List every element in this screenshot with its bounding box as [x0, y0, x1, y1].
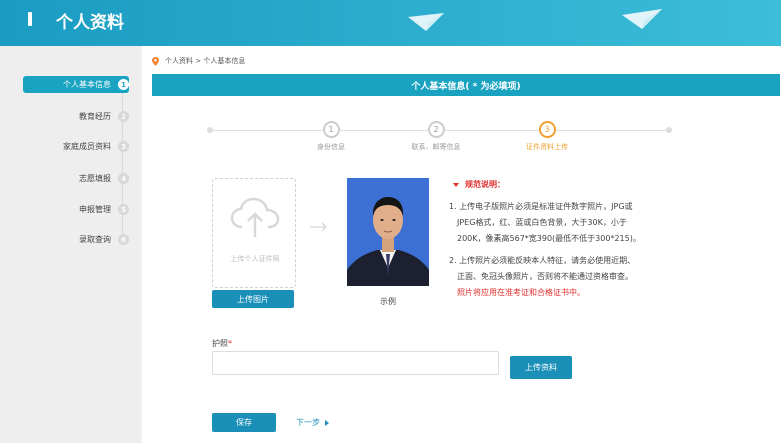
steps-start-dot	[207, 127, 213, 133]
sidebar-item-number: 6	[118, 234, 129, 245]
upload-image-button[interactable]: 上传图片	[212, 290, 294, 308]
sample-person-image	[347, 178, 429, 286]
sidebar: 个人基本信息 1 教育经历 2 家庭成员资料 3 志愿填报 4 申报管理 5 录…	[0, 46, 140, 443]
location-pin-icon	[152, 56, 159, 66]
paper-plane-icon	[622, 9, 662, 29]
passport-label: 护照*	[212, 338, 232, 349]
rules-title-text: 规范说明：	[465, 180, 505, 189]
sidebar-item-number: 5	[118, 204, 129, 215]
steps-end-dot	[666, 127, 672, 133]
sidebar-item-label: 申报管理	[79, 205, 111, 214]
sidebar-item-label: 教育经历	[79, 112, 111, 121]
rule-line: 200K，像素高567*宽390(最低不低于300*215)。	[457, 234, 641, 243]
upload-placeholder: 上传个人证件照	[230, 255, 280, 263]
rule-note: 照片将应用在准考证和合格证书中。	[457, 288, 585, 297]
progress-steps: 1 身份信息 2 联系、邮寄信息 3 证件资料上传	[207, 121, 672, 166]
sidebar-item-basic-info[interactable]: 个人基本信息 1	[23, 76, 129, 93]
rule-item-1: 1. 上传电子版照片必须是标准证件数字照片，JPG或 JPEG格式，红、蓝或白色…	[449, 199, 679, 247]
sidebar-item-number: 3	[118, 141, 129, 152]
sidebar-item-number: 2	[118, 111, 129, 122]
header-accent-bar	[28, 12, 32, 26]
breadcrumb: 个人资料 > 个人基本信息	[152, 56, 245, 66]
sidebar-item-application[interactable]: 志愿填报 4	[23, 170, 129, 187]
section-banner: 个人基本信息( * 为必填项)	[152, 74, 780, 96]
sidebar-item-admission[interactable]: 录取查询 6	[23, 231, 129, 248]
rules-title: 规范说明：	[453, 179, 769, 190]
breadcrumb-text: 个人资料 > 个人基本信息	[165, 57, 246, 65]
cloud-upload-icon	[230, 197, 280, 237]
rule-line: 2. 上传照片必须能反映本人特征，请务必使用近期、	[449, 256, 636, 265]
sample-photo	[347, 178, 429, 286]
step-label: 联系、邮寄信息	[411, 143, 461, 151]
passport-label-text: 护照	[212, 339, 228, 348]
step-number: 2	[427, 121, 445, 138]
step-number: 3	[538, 121, 556, 138]
upload-document-button[interactable]: 上传资料	[510, 356, 572, 379]
rule-line: JPEG格式，红、蓝或白色背景，大于30K，小于	[457, 218, 627, 227]
step-documents: 3 证件资料上传	[507, 121, 587, 152]
rule-line: 1. 上传电子版照片必须是标准证件数字照片，JPG或	[449, 202, 633, 211]
triangle-down-icon	[453, 182, 459, 187]
page-header: 个人资料	[0, 0, 781, 46]
sidebar-item-education[interactable]: 教育经历 2	[23, 108, 129, 125]
sidebar-item-label: 家庭成员资料	[63, 142, 111, 151]
step-label: 证件资料上传	[526, 143, 568, 151]
step-number: 1	[322, 121, 340, 138]
rules-section: 规范说明： 1. 上传电子版照片必须是标准证件数字照片，JPG或 JPEG格式，…	[449, 179, 769, 297]
next-step-link[interactable]: 下一步	[296, 417, 329, 428]
sample-label: 示例	[380, 297, 396, 306]
step-contact: 2 联系、邮寄信息	[396, 121, 476, 152]
caret-right-icon	[325, 419, 329, 426]
main-content: 个人资料 > 个人基本信息 个人基本信息( * 为必填项) 1 身份信息 2 联…	[142, 46, 781, 443]
arrow-right-icon	[310, 222, 327, 232]
next-step-label: 下一步	[296, 418, 320, 427]
step-label: 身份信息	[317, 143, 345, 151]
page-title: 个人资料	[56, 13, 124, 33]
paper-plane-icon	[408, 13, 444, 31]
sidebar-item-label: 志愿填报	[79, 174, 111, 183]
passport-input[interactable]	[212, 351, 499, 375]
required-star: *	[228, 339, 232, 348]
sidebar-item-number: 1	[118, 79, 129, 90]
sidebar-item-label: 个人基本信息	[63, 80, 111, 89]
rule-item-2: 2. 上传照片必须能反映本人特征，请务必使用近期、 正面、免冠头像照片，否则将不…	[449, 253, 679, 301]
sidebar-item-number: 4	[118, 173, 129, 184]
save-button[interactable]: 保存	[212, 413, 276, 432]
sidebar-item-family[interactable]: 家庭成员资料 3	[23, 138, 129, 155]
photo-upload-area[interactable]: 上传个人证件照	[212, 178, 296, 288]
step-identity: 1 身份信息	[291, 121, 371, 152]
rule-line: 正面、免冠头像照片，否则将不能通过资格审查。	[457, 272, 633, 281]
sidebar-item-label: 录取查询	[79, 235, 111, 244]
sidebar-item-declaration[interactable]: 申报管理 5	[23, 201, 129, 218]
